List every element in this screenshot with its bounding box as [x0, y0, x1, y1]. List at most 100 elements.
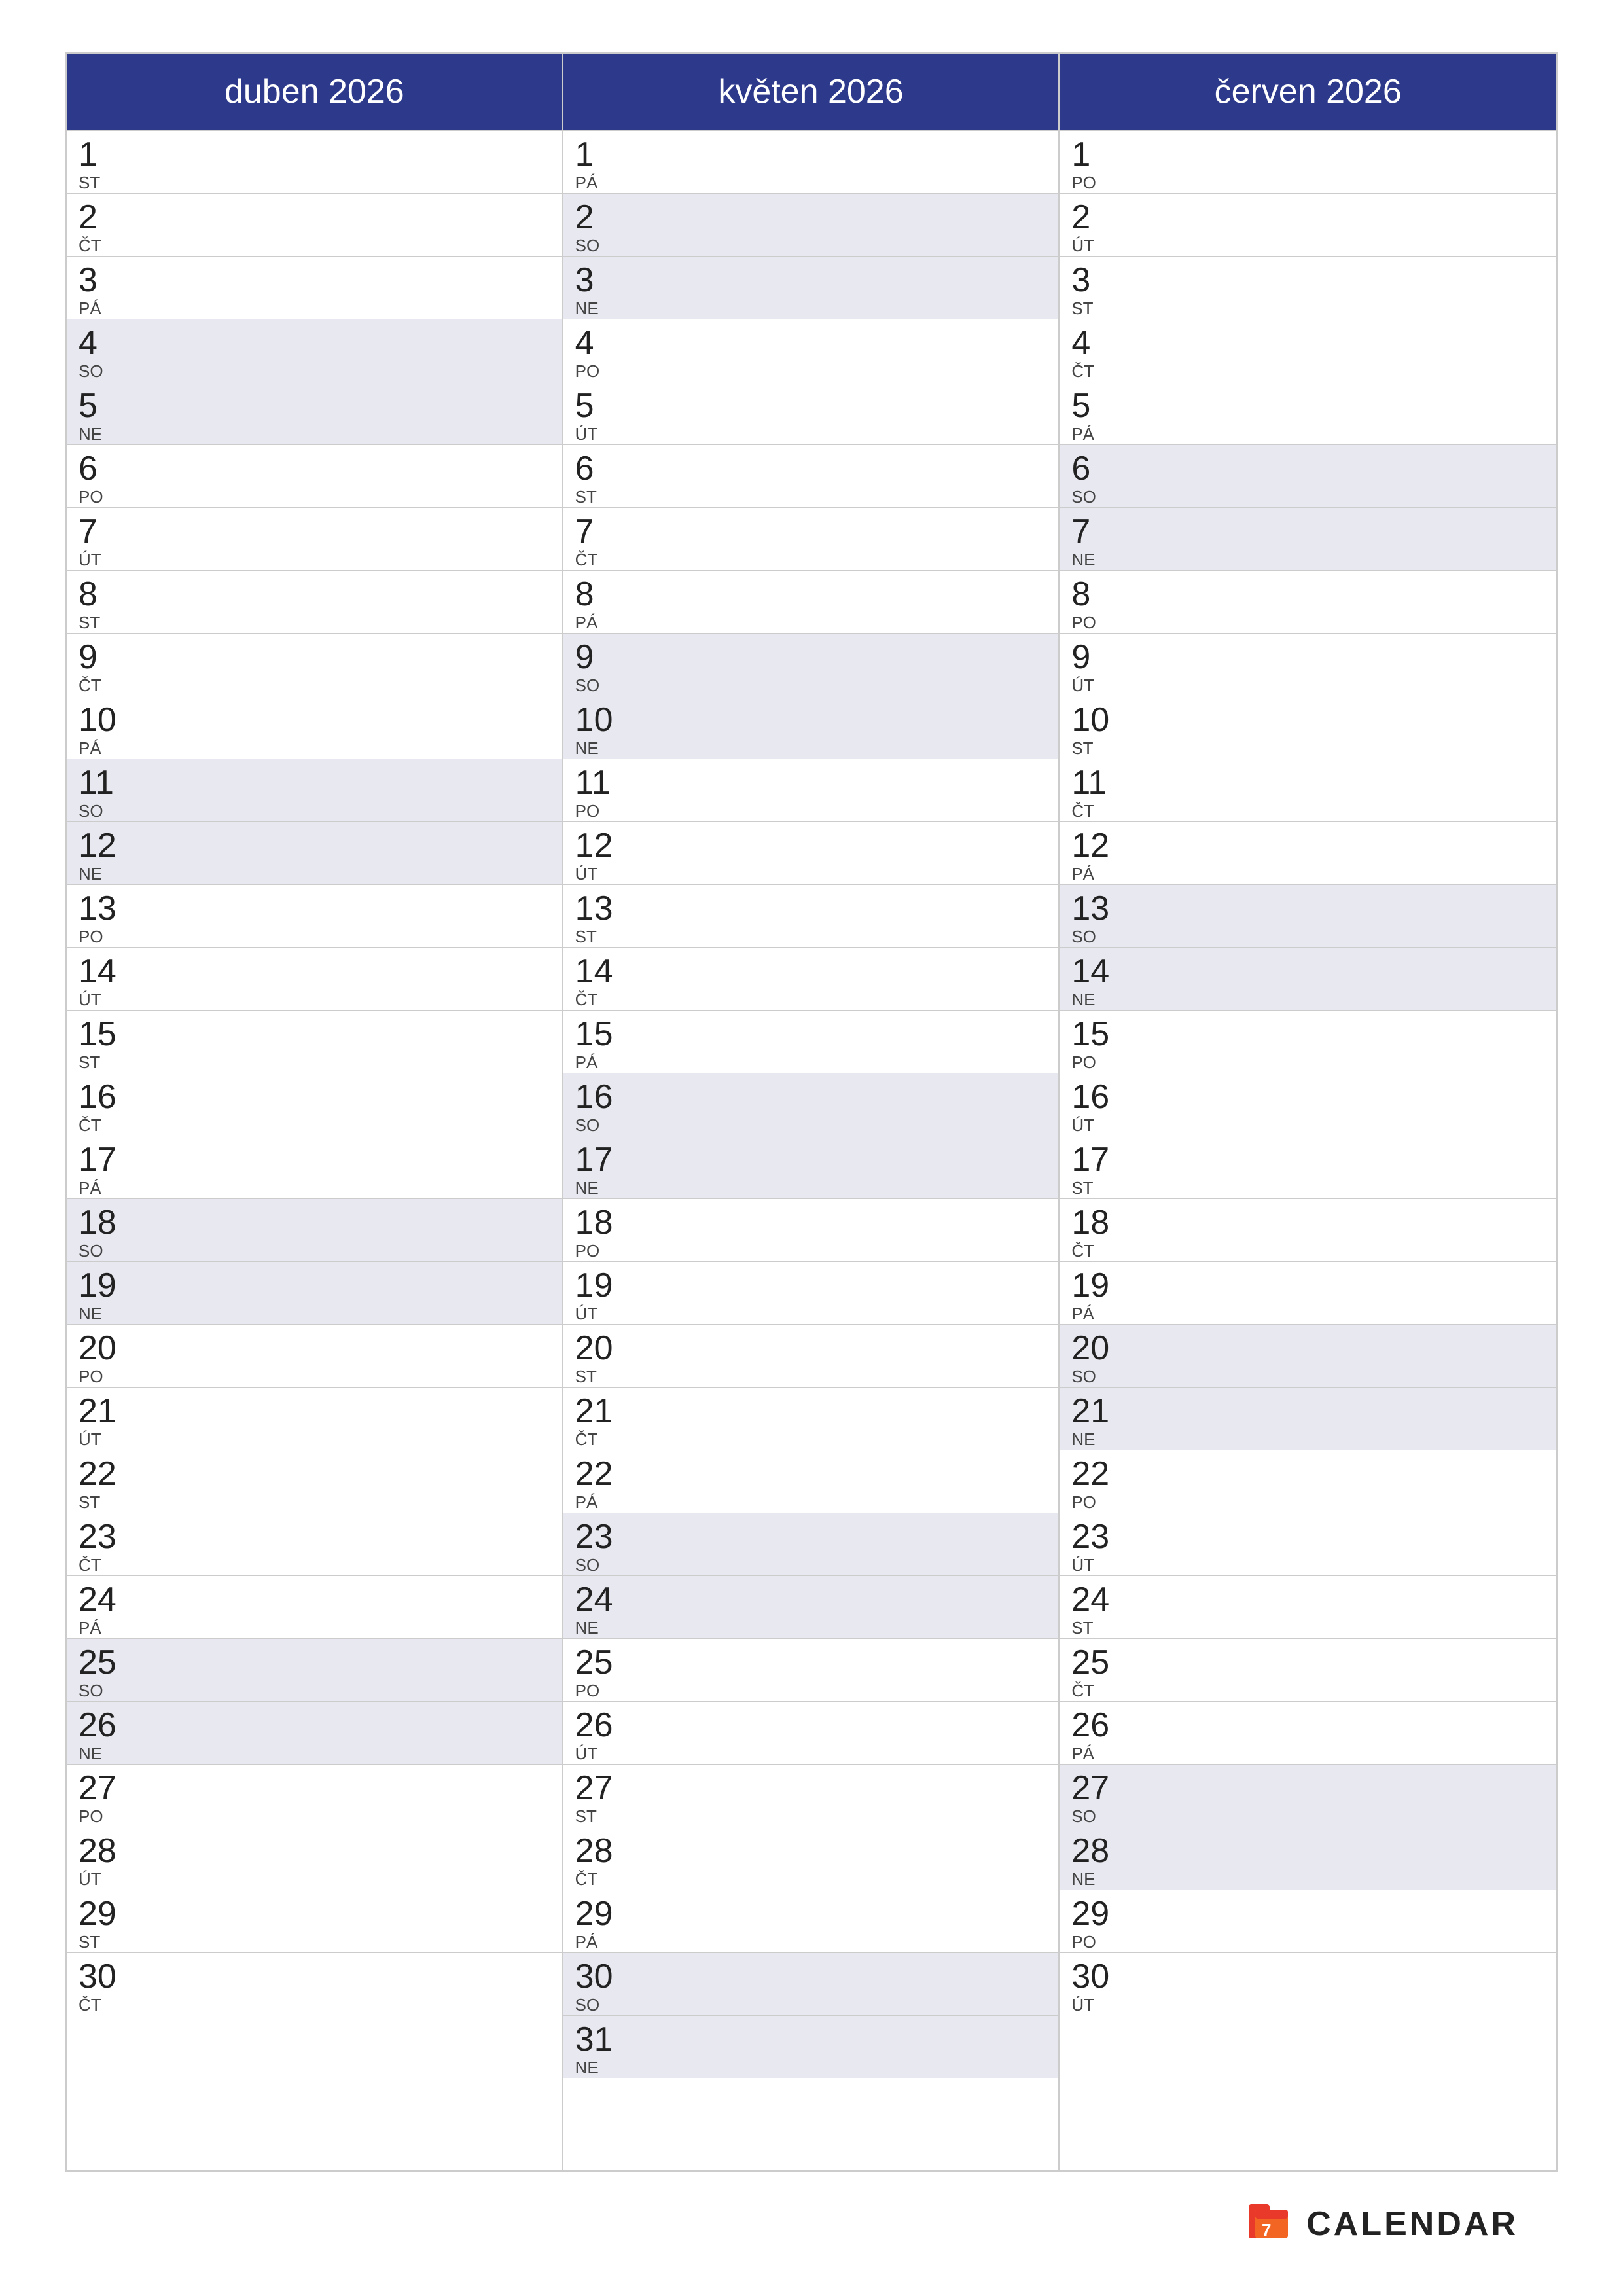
day-content — [139, 1890, 562, 1952]
day-content — [139, 131, 562, 193]
day-content — [139, 1136, 562, 1198]
table-row: 18PO — [563, 1199, 1059, 1262]
day-name: PÁ — [575, 1052, 629, 1073]
day-content — [635, 571, 1059, 633]
day-number-col: 6SO — [1060, 445, 1132, 507]
table-row: 23SO — [563, 1513, 1059, 1576]
table-row: 17NE — [563, 1136, 1059, 1199]
day-name: PÁ — [79, 738, 132, 759]
table-row: 11SO — [67, 759, 562, 822]
day-content — [1132, 696, 1556, 759]
day-content — [635, 822, 1059, 884]
day-number-col: 10NE — [563, 696, 635, 759]
table-row: 21ČT — [563, 1388, 1059, 1450]
day-number-col: 24PÁ — [67, 1576, 139, 1638]
day-content — [1132, 1953, 1556, 2015]
day-content — [139, 1765, 562, 1827]
table-row: 11ČT — [1060, 759, 1556, 822]
day-number: 22 — [79, 1457, 132, 1491]
day-number: 2 — [79, 200, 132, 234]
day-content — [139, 319, 562, 382]
day-name: PO — [575, 361, 629, 382]
table-row: 6SO — [1060, 445, 1556, 508]
day-number: 24 — [1071, 1583, 1125, 1617]
table-row: 6PO — [67, 445, 562, 508]
month-header-1: duben 2026 — [67, 54, 562, 131]
table-row: 25PO — [563, 1639, 1059, 1702]
day-content — [139, 634, 562, 696]
day-name: NE — [575, 1618, 629, 1638]
day-name: ČT — [1071, 801, 1125, 821]
day-content — [1132, 759, 1556, 821]
day-number: 10 — [79, 703, 132, 737]
day-number-col: 3NE — [563, 257, 635, 319]
table-row: 5ÚT — [563, 382, 1059, 445]
day-number-col: 11SO — [67, 759, 139, 821]
table-row: 11PO — [563, 759, 1059, 822]
day-number: 12 — [575, 829, 629, 863]
table-row: 13SO — [1060, 885, 1556, 948]
table-row: 4PO — [563, 319, 1059, 382]
day-name: NE — [575, 298, 629, 319]
table-row: 16ÚT — [1060, 1073, 1556, 1136]
day-content — [1132, 948, 1556, 1010]
day-number: 13 — [575, 891, 629, 925]
day-name: ST — [1071, 1178, 1125, 1198]
day-number: 3 — [79, 263, 132, 297]
day-number: 23 — [79, 1520, 132, 1554]
day-number-col: 13PO — [67, 885, 139, 947]
day-number: 11 — [575, 766, 629, 800]
day-number: 7 — [79, 514, 132, 548]
day-content — [1132, 1827, 1556, 1890]
day-number: 6 — [575, 452, 629, 486]
day-number-col: 13SO — [1060, 885, 1132, 947]
day-name: PO — [1071, 613, 1125, 633]
day-number: 8 — [575, 577, 629, 611]
day-content — [139, 445, 562, 507]
day-content — [1132, 1136, 1556, 1198]
table-row: 14NE — [1060, 948, 1556, 1011]
table-row: 13PO — [67, 885, 562, 948]
table-row: 10PÁ — [67, 696, 562, 759]
day-name: ÚT — [79, 990, 132, 1010]
day-number-col: 25SO — [67, 1639, 139, 1701]
day-number: 8 — [1071, 577, 1125, 611]
day-number-col: 7ÚT — [67, 508, 139, 570]
day-content — [139, 194, 562, 256]
day-number: 19 — [575, 1268, 629, 1302]
day-content — [635, 2016, 1059, 2078]
table-row: 3PÁ — [67, 257, 562, 319]
day-name: NE — [575, 738, 629, 759]
day-content — [1132, 1262, 1556, 1324]
day-number-col: 6PO — [67, 445, 139, 507]
day-content — [1132, 1388, 1556, 1450]
table-row: 3ST — [1060, 257, 1556, 319]
day-number-col: 19NE — [67, 1262, 139, 1324]
day-number: 16 — [1071, 1080, 1125, 1114]
day-name: PÁ — [79, 1178, 132, 1198]
table-row: 7ČT — [563, 508, 1059, 571]
table-row: 23ČT — [67, 1513, 562, 1576]
day-name: ST — [1071, 1618, 1125, 1638]
day-content — [635, 1953, 1059, 2015]
day-name: PO — [79, 1367, 132, 1387]
day-number: 4 — [79, 326, 132, 360]
day-number: 22 — [575, 1457, 629, 1491]
day-name: PO — [575, 1241, 629, 1261]
day-number: 26 — [575, 1708, 629, 1742]
day-name: ST — [79, 173, 132, 193]
day-name: ČT — [79, 1555, 132, 1575]
day-number: 30 — [79, 1960, 132, 1994]
day-content — [1132, 1325, 1556, 1387]
day-number-col: 14ČT — [563, 948, 635, 1010]
day-name: ST — [575, 1806, 629, 1827]
table-row: 1ST — [67, 131, 562, 194]
day-content — [635, 1011, 1059, 1073]
table-row: 5NE — [67, 382, 562, 445]
day-number-col: 7ČT — [563, 508, 635, 570]
day-number: 19 — [1071, 1268, 1125, 1302]
table-row: 29PO — [1060, 1890, 1556, 1953]
footer: 7 CALENDAR — [65, 2185, 1558, 2244]
table-row: 9SO — [563, 634, 1059, 696]
day-number: 7 — [1071, 514, 1125, 548]
